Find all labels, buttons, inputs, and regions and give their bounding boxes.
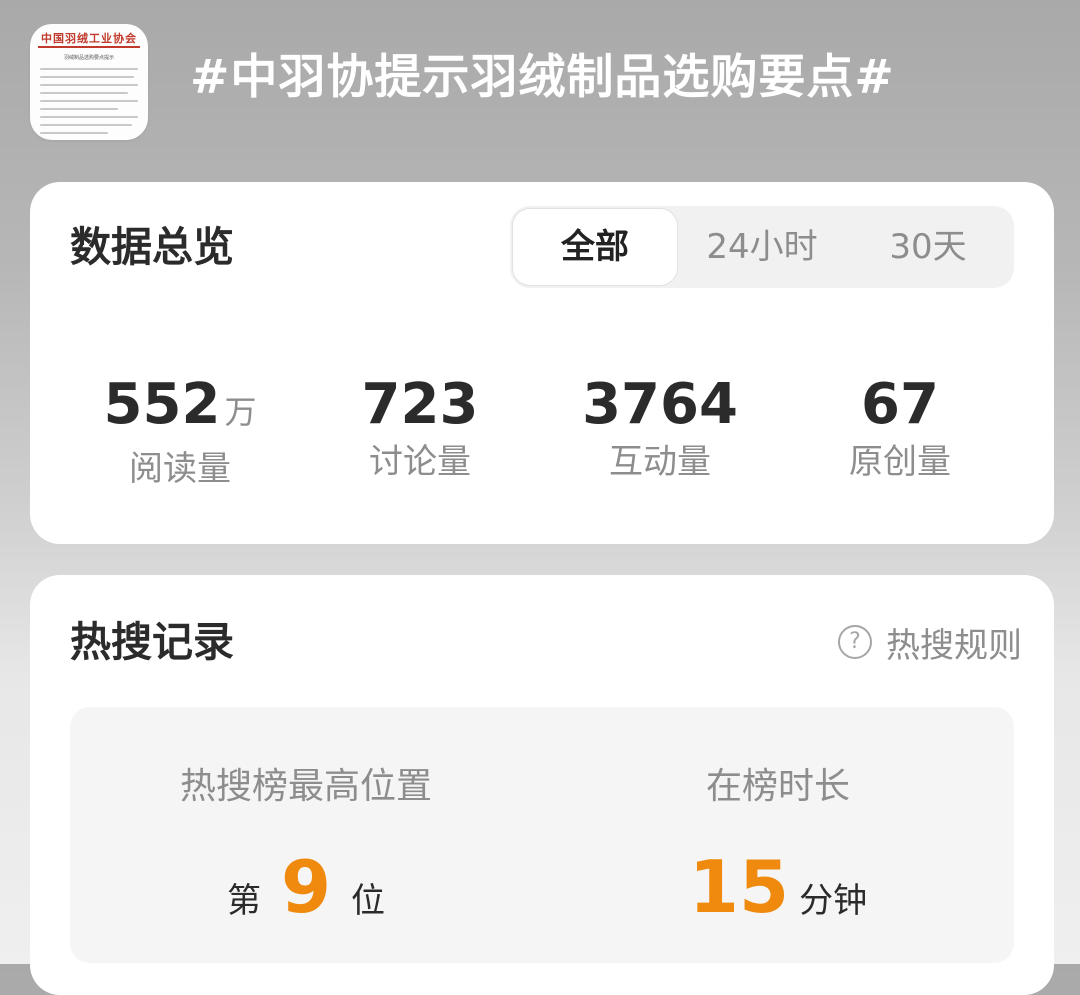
thumbnail-text-line: [40, 124, 132, 126]
topic-title: #中羽协提示羽绒制品选购要点#: [190, 50, 895, 105]
question-circle-icon: ?: [838, 625, 872, 659]
stat-number: 552: [103, 372, 221, 437]
tab-all[interactable]: 全部: [512, 208, 678, 286]
thumbnail-subtitle: 羽绒制品选购要点提示: [63, 55, 114, 61]
highest-position-label: 热搜榜最高位置: [179, 766, 432, 807]
thumbnail-text-line: [40, 100, 138, 102]
position-number: 9: [280, 845, 332, 929]
duration-number: 15: [688, 845, 790, 929]
stat-unit: 万: [224, 393, 257, 431]
tab-30-days[interactable]: 30天: [846, 206, 1010, 288]
tab-24-hours[interactable]: 24小时: [680, 206, 844, 288]
thumbnail-text-line: [40, 76, 134, 78]
stat-value: 723: [361, 372, 479, 437]
stat-reads: 552 万 阅读量: [60, 372, 300, 491]
hot-search-summary: 热搜榜最高位置 第 9 位 在榜时长 15 分钟: [70, 707, 1014, 963]
hot-search-title: 热搜记录: [70, 618, 234, 666]
stat-label: 讨论量: [369, 442, 471, 482]
topic-header: 中国羽绒工业协会 羽绒制品选购要点提示 #中羽协提示羽绒制品选购要点#: [0, 0, 1080, 180]
thumbnail-title: 中国羽绒工业协会: [41, 32, 137, 45]
thumbnail-rule: [38, 46, 140, 48]
rules-label: 热搜规则: [886, 625, 1022, 666]
thumbnail-text-line: [40, 116, 138, 118]
highest-position-value: 第 9 位: [70, 847, 542, 927]
time-range-tabs: 全部 24小时 30天: [510, 206, 1014, 288]
duration-unit: 分钟: [799, 881, 868, 921]
duration-value: 15 分钟: [542, 847, 1014, 927]
stat-original-posts: 67 原创量: [780, 372, 1020, 484]
stat-value: 3764: [582, 372, 738, 437]
hot-search-card: 热搜记录 ? 热搜规则 热搜榜最高位置 第 9 位 在榜时长 15 分钟: [30, 575, 1054, 995]
stat-value: 67: [861, 372, 939, 437]
data-overview-card: 数据总览 全部 24小时 30天 552 万 阅读量 723 讨论量 3764 互…: [30, 182, 1054, 544]
overview-title: 数据总览: [70, 223, 234, 271]
stat-label: 互动量: [609, 442, 711, 482]
stat-label: 原创量: [849, 442, 951, 482]
position-suffix: 位: [351, 881, 386, 921]
stat-interactions: 3764 互动量: [540, 372, 780, 484]
topic-thumbnail[interactable]: 中国羽绒工业协会 羽绒制品选购要点提示: [30, 24, 148, 140]
stat-label: 阅读量: [129, 449, 231, 489]
thumbnail-text-line: [40, 68, 138, 70]
thumbnail-text-line: [40, 84, 138, 86]
thumbnail-text-line: [40, 92, 128, 94]
hot-search-rules-link[interactable]: ? 热搜规则: [838, 619, 1022, 666]
position-prefix: 第: [226, 881, 261, 921]
stat-discussions: 723 讨论量: [300, 372, 540, 484]
thumbnail-text-line: [40, 132, 108, 134]
thumbnail-text-line: [40, 108, 118, 110]
stat-value: 552 万: [60, 372, 300, 445]
duration-label: 在榜时长: [705, 766, 850, 807]
